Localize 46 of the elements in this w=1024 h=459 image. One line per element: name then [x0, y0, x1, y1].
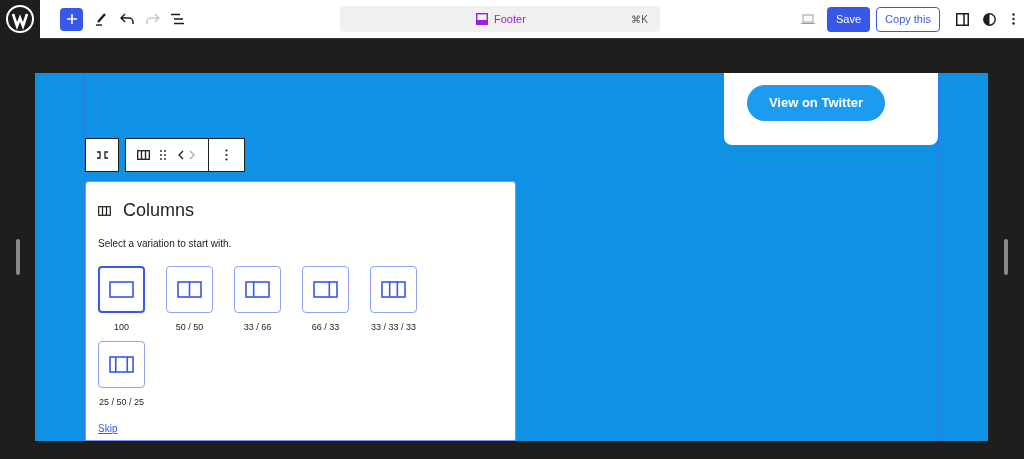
laptop-icon[interactable]: [801, 14, 815, 24]
columns-icon[interactable]: [137, 150, 150, 160]
columns-icon: [98, 205, 111, 216]
variation-label: 33 / 33 / 33: [370, 321, 416, 334]
save-button[interactable]: Save: [827, 6, 871, 32]
variation-button[interactable]: [234, 266, 281, 313]
resize-handle[interactable]: [15, 239, 20, 275]
variation-button[interactable]: [302, 266, 349, 313]
contrast-icon[interactable]: [982, 12, 996, 26]
variation-label: 100: [114, 321, 129, 334]
pencil-icon[interactable]: [95, 12, 107, 26]
group-icon: [95, 151, 109, 159]
drag-handle-icon[interactable]: [160, 150, 166, 160]
resize-handle[interactable]: [1004, 239, 1008, 275]
layout-icon: [245, 281, 270, 298]
copy-button[interactable]: Copy this: [876, 6, 940, 32]
add-block-button[interactable]: [60, 7, 83, 31]
sidebar-icon[interactable]: [955, 12, 969, 26]
layout-icon: [381, 281, 406, 298]
variation-button[interactable]: [98, 266, 145, 313]
variation-label: 25 / 50 / 25: [98, 395, 144, 409]
shortcut-hint: ⌘K: [631, 12, 648, 27]
template-part-icon: [476, 13, 488, 25]
variation-label: 66 / 33: [311, 321, 340, 334]
document-title: Footer: [494, 11, 526, 27]
parent-block-button[interactable]: [85, 138, 119, 172]
plus-icon: [65, 13, 78, 25]
layout-icon: [109, 281, 134, 298]
variation-button[interactable]: [370, 266, 417, 313]
layout-icon: [177, 281, 202, 298]
list-view-icon[interactable]: [170, 13, 185, 25]
skip-link[interactable]: Skip: [98, 421, 118, 436]
placeholder-title: Columns: [123, 199, 195, 222]
undo-icon[interactable]: [120, 13, 134, 25]
more-options-icon[interactable]: [225, 149, 228, 161]
variation-label: 33 / 66: [243, 321, 272, 334]
more-options-icon[interactable]: [1011, 13, 1015, 25]
instructions-text: Select a variation to start with.: [98, 237, 233, 251]
layout-icon: [313, 281, 338, 298]
command-bar[interactable]: Footer ⌘K: [340, 6, 660, 32]
variation-button[interactable]: [98, 340, 145, 388]
variation-label: 50 / 50: [175, 321, 204, 334]
variation-button[interactable]: [166, 266, 213, 313]
wordpress-logo-icon[interactable]: [0, 0, 40, 39]
move-left-icon[interactable]: [178, 150, 184, 160]
layout-icon: [109, 355, 134, 373]
